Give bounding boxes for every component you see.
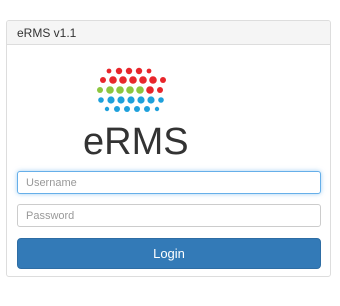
logo-dot (139, 76, 147, 84)
logo-dot (147, 96, 155, 104)
logo-dot (126, 86, 134, 94)
logo-dot (135, 67, 143, 75)
logo-dot (100, 77, 106, 83)
logo-dot (137, 96, 145, 104)
logo-dot (146, 86, 154, 94)
logo-dot (125, 67, 133, 75)
logo-dot (119, 76, 127, 84)
logo-dot (154, 106, 160, 112)
logo-dot (109, 76, 117, 84)
logo-dot (106, 68, 112, 74)
logo-dot (124, 106, 130, 112)
logo-dot (146, 68, 152, 74)
panel-title: eRMS v1.1 (7, 21, 330, 45)
logo-dot (157, 87, 163, 93)
logo-dot (117, 96, 125, 104)
logo-dot (129, 76, 137, 84)
logo-dot (149, 76, 157, 84)
logo-dot (107, 96, 115, 104)
logo-text: eRMS (83, 121, 189, 163)
login-button[interactable]: Login (17, 238, 321, 269)
logo-dot (160, 77, 166, 83)
logo-dot (114, 106, 120, 112)
username-input[interactable] (17, 171, 321, 194)
logo-dot (104, 106, 110, 112)
logo-dot (136, 86, 144, 94)
password-input[interactable] (17, 204, 321, 227)
logo-dot (98, 97, 104, 103)
logo-dot (158, 97, 164, 103)
logo-dot (116, 86, 124, 94)
logo-dot (115, 67, 123, 75)
login-panel: eRMS v1.1 eRMS Login (6, 20, 331, 277)
logo-dot (97, 87, 103, 93)
logo-dot (106, 86, 114, 94)
logo-dot (127, 96, 135, 104)
logo-dot (144, 106, 150, 112)
logo-dot (134, 106, 140, 112)
